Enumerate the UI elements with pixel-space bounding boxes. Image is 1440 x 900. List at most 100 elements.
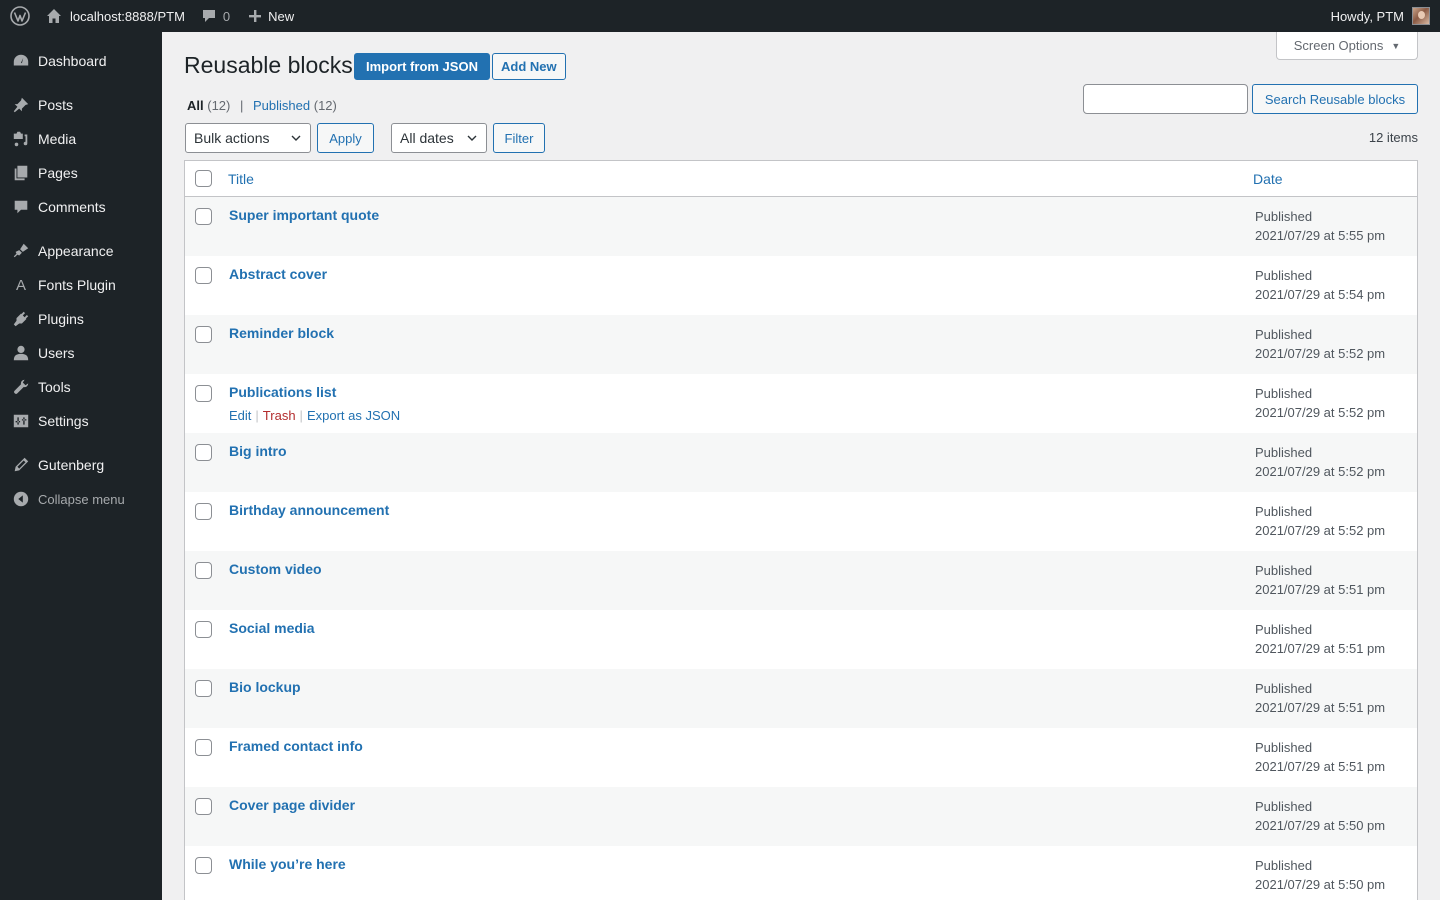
wordpress-logo-button[interactable] (2, 0, 38, 32)
row-title-link[interactable]: While you’re here (229, 856, 346, 872)
row-status: Published (1255, 799, 1313, 814)
sidebar-item-label: Plugins (38, 311, 84, 327)
sidebar-item-settings[interactable]: Settings (0, 404, 162, 438)
screen-options-button[interactable]: Screen Options ▼ (1276, 32, 1418, 60)
sidebar-item-users[interactable]: Users (0, 336, 162, 370)
row-datetime: 2021/07/29 at 5:55 pm (1255, 228, 1386, 243)
row-checkbox[interactable] (195, 267, 212, 284)
filter-button[interactable]: Filter (493, 123, 545, 153)
sidebar-item-fonts-plugin[interactable]: A Fonts Plugin (0, 268, 162, 302)
row-checkbox[interactable] (195, 798, 212, 815)
row-checkbox[interactable] (195, 385, 212, 402)
import-from-json-button[interactable]: Import from JSON (354, 53, 490, 80)
row-date: Published 2021/07/29 at 5:51 pm (1255, 620, 1385, 658)
row-title-link[interactable]: Abstract cover (229, 266, 327, 282)
sidebar-item-pages[interactable]: Pages (0, 156, 162, 190)
row-status: Published (1255, 268, 1313, 283)
sidebar-item-plugins[interactable]: Plugins (0, 302, 162, 336)
row-checkbox[interactable] (195, 326, 212, 343)
row-title-link[interactable]: Super important quote (229, 207, 379, 223)
filter-published-link[interactable]: Published (253, 98, 310, 113)
avatar (1412, 7, 1430, 25)
row-title-link[interactable]: Bio lockup (229, 679, 301, 695)
row-datetime: 2021/07/29 at 5:50 pm (1255, 818, 1386, 833)
table-row: Bio lockup Published 2021/07/29 at 5:51 pm (185, 669, 1417, 728)
plus-icon (249, 10, 262, 22)
row-status: Published (1255, 445, 1313, 460)
sidebar-item-label: Dashboard (38, 53, 107, 69)
row-datetime: 2021/07/29 at 5:52 pm (1255, 405, 1386, 420)
row-date: Published 2021/07/29 at 5:52 pm (1255, 443, 1385, 481)
trash-link[interactable]: Trash (263, 408, 296, 423)
separator: | (255, 408, 259, 423)
user-icon (11, 343, 31, 363)
row-status: Published (1255, 327, 1313, 342)
sidebar-item-label: Pages (38, 165, 78, 181)
sidebar-item-media[interactable]: Media (0, 122, 162, 156)
sidebar-item-tools[interactable]: Tools (0, 370, 162, 404)
bulk-actions-select[interactable]: Bulk actions (185, 123, 311, 153)
filter-all-link[interactable]: All (187, 98, 204, 113)
admin-sidebar: Dashboard Posts Media Pages Comments App… (0, 32, 162, 900)
font-icon: A (15, 276, 26, 294)
add-new-button[interactable]: Add New (492, 53, 566, 80)
row-title-link[interactable]: Birthday announcement (229, 502, 389, 518)
row-checkbox[interactable] (195, 503, 212, 520)
account-menu[interactable]: Howdy, PTM (1331, 0, 1430, 32)
sidebar-item-dashboard[interactable]: Dashboard (0, 44, 162, 78)
date-column-header[interactable]: Date (1253, 171, 1283, 187)
row-checkbox[interactable] (195, 739, 212, 756)
dates-select[interactable]: All dates (391, 123, 487, 153)
row-checkbox[interactable] (195, 621, 212, 638)
sidebar-item-posts[interactable]: Posts (0, 88, 162, 122)
row-datetime: 2021/07/29 at 5:51 pm (1255, 759, 1386, 774)
export-json-link[interactable]: Export as JSON (307, 408, 400, 423)
row-date: Published 2021/07/29 at 5:51 pm (1255, 738, 1385, 776)
table-row: Cover page divider Published 2021/07/29 at… (185, 787, 1417, 846)
row-date: Published 2021/07/29 at 5:54 pm (1255, 266, 1385, 304)
edit-link[interactable]: Edit (229, 408, 251, 423)
brush-icon (11, 241, 31, 261)
search-input[interactable] (1083, 84, 1248, 114)
row-title-link[interactable]: Custom video (229, 561, 322, 577)
row-title-link[interactable]: Publications list (229, 384, 336, 400)
row-checkbox[interactable] (195, 444, 212, 461)
row-checkbox[interactable] (195, 680, 212, 697)
row-checkbox[interactable] (195, 857, 212, 874)
pin-icon (11, 95, 31, 115)
row-date: Published 2021/07/29 at 5:51 pm (1255, 561, 1385, 599)
sidebar-item-appearance[interactable]: Appearance (0, 234, 162, 268)
row-date: Published 2021/07/29 at 5:50 pm (1255, 797, 1385, 835)
dates-value: All dates (400, 130, 454, 146)
row-title-link[interactable]: Reminder block (229, 325, 334, 341)
row-date: Published 2021/07/29 at 5:52 pm (1255, 384, 1385, 422)
admin-bar: localhost:8888/PTM 0 New Howdy, PTM (0, 0, 1440, 32)
row-title-link[interactable]: Social media (229, 620, 315, 636)
row-datetime: 2021/07/29 at 5:51 pm (1255, 582, 1386, 597)
row-title-link[interactable]: Framed contact info (229, 738, 363, 754)
row-title-link[interactable]: Big intro (229, 443, 287, 459)
sidebar-item-label: Users (38, 345, 75, 361)
comments-count: 0 (222, 8, 231, 24)
filter-all-count: (12) (207, 98, 231, 113)
row-date: Published 2021/07/29 at 5:55 pm (1255, 207, 1385, 245)
row-checkbox[interactable] (195, 562, 212, 579)
sidebar-item-comments[interactable]: Comments (0, 190, 162, 224)
row-title-link[interactable]: Cover page divider (229, 797, 355, 813)
separator: | (240, 98, 244, 113)
select-all-checkbox[interactable] (195, 170, 212, 187)
title-column-header[interactable]: Title (228, 171, 254, 187)
table-row: Publications list Edit | Trash | Export as JS… (185, 374, 1417, 433)
row-date: Published 2021/07/29 at 5:50 pm (1255, 856, 1385, 894)
site-name-link[interactable]: localhost:8888/PTM (46, 0, 185, 32)
separator: | (299, 408, 303, 423)
collapse-menu-button[interactable]: Collapse menu (0, 482, 162, 516)
new-content-button[interactable]: New (248, 0, 294, 32)
table-row: Birthday announcement Published 2021/07/29… (185, 492, 1417, 551)
sidebar-item-gutenberg[interactable]: Gutenberg (0, 448, 162, 482)
row-actions: Edit | Trash | Export as JSON (229, 408, 400, 423)
row-checkbox[interactable] (195, 208, 212, 225)
comments-link[interactable]: 0 (201, 0, 230, 32)
search-button[interactable]: Search Reusable blocks (1252, 84, 1418, 114)
apply-button[interactable]: Apply (317, 123, 374, 153)
